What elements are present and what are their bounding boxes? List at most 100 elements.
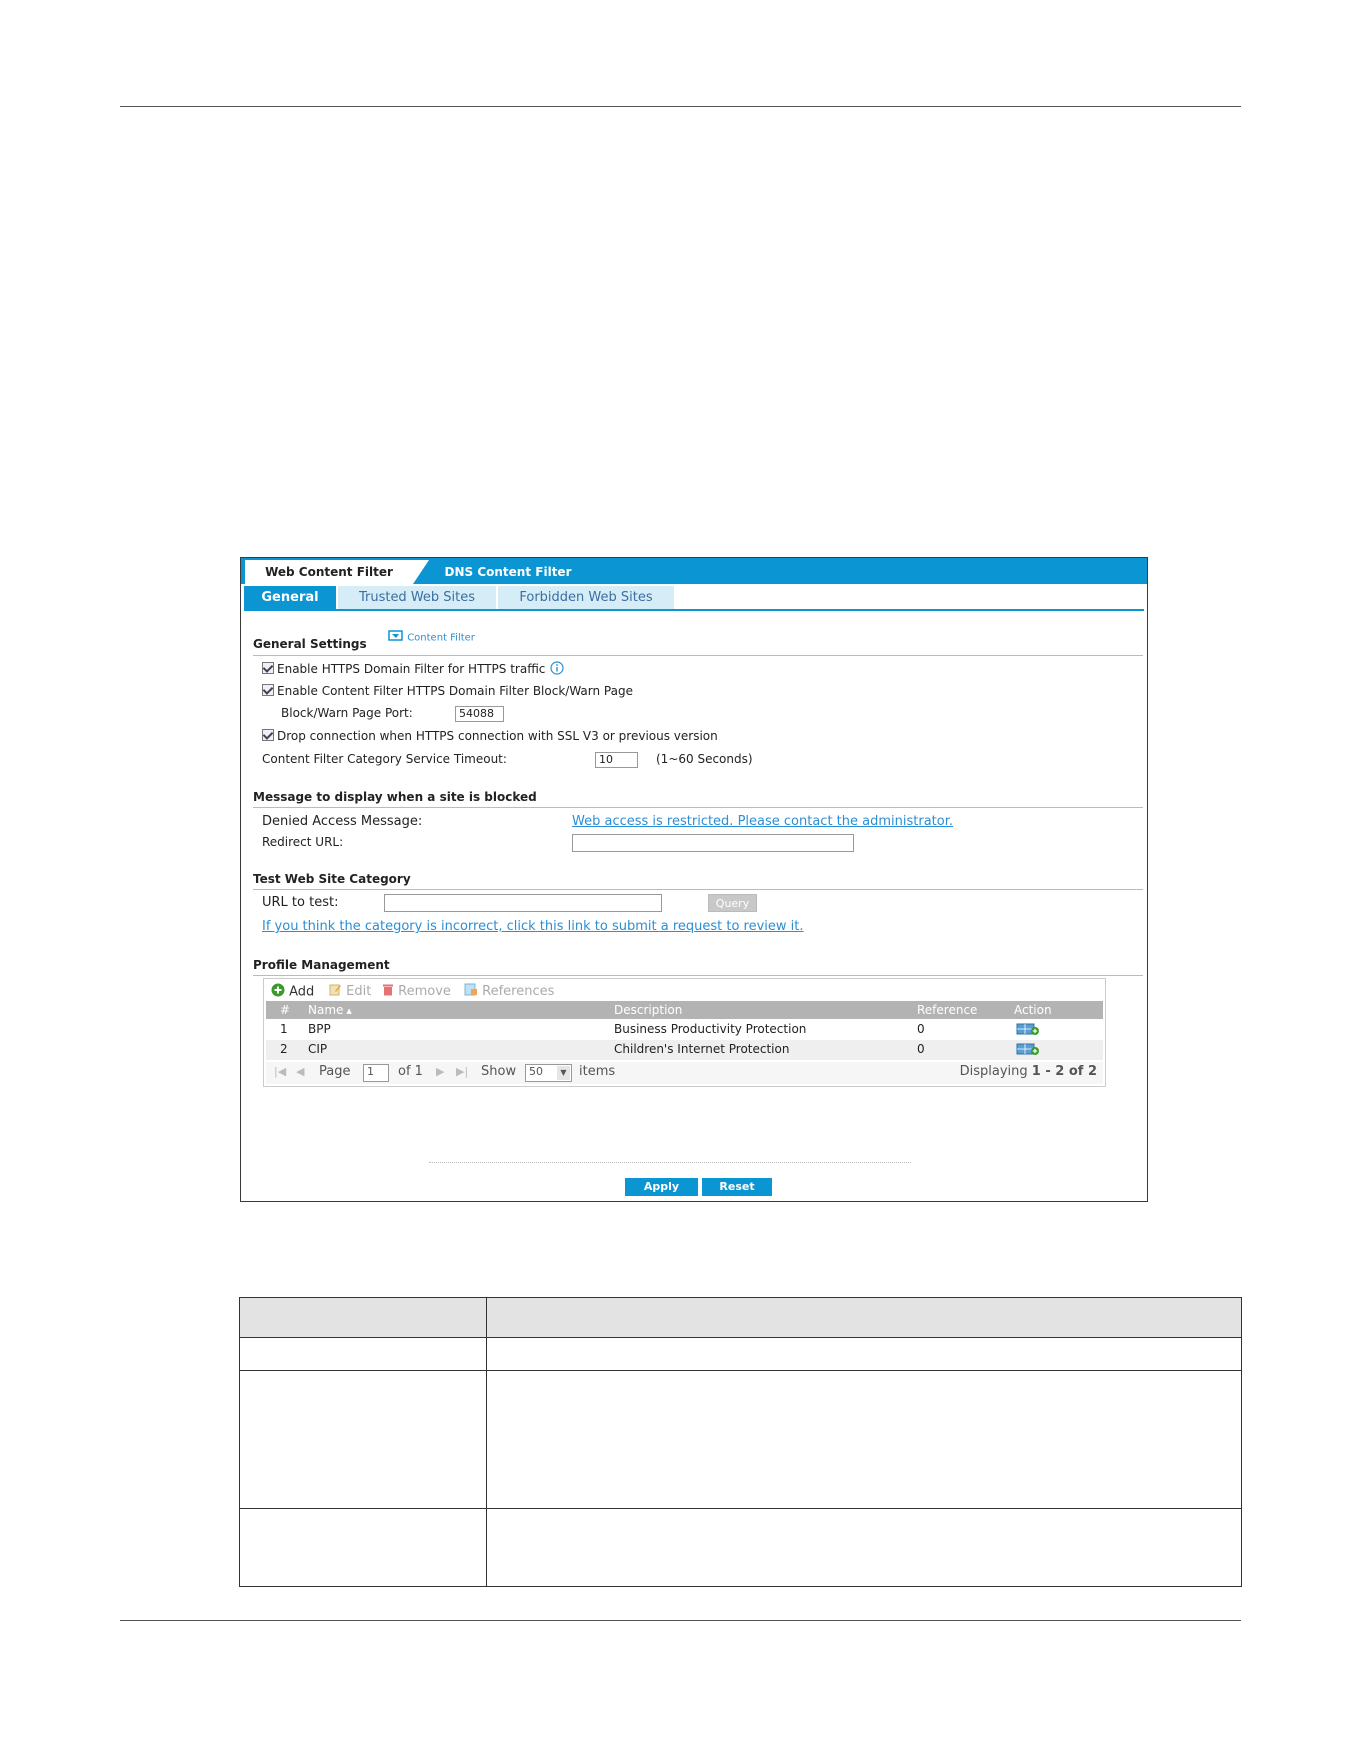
edit-icon: [329, 983, 342, 1000]
info-icon[interactable]: [549, 661, 565, 678]
sub-tab-bar: General Trusted Web Sites Forbidden Web …: [244, 586, 1144, 611]
query-button[interactable]: Query: [708, 894, 757, 912]
content-filter-icon: [388, 630, 404, 645]
https-domain-filter-label: Enable HTTPS Domain Filter for HTTPS tra…: [277, 662, 546, 676]
subtab-forbidden-web-sites[interactable]: Forbidden Web Sites: [498, 586, 674, 609]
items-label: items: [579, 1064, 616, 1079]
header-cell: [486, 1297, 1242, 1338]
button-divider: [429, 1162, 911, 1163]
reset-button[interactable]: Reset: [702, 1178, 772, 1196]
displaying-range: 1 - 2 of 2: [1031, 1064, 1097, 1079]
show-label: Show: [481, 1064, 517, 1079]
references-icon: [464, 983, 478, 1000]
page-of: of 1: [398, 1064, 423, 1079]
page-size-select[interactable]: 50 ▼: [525, 1064, 572, 1082]
next-page-icon[interactable]: ▶: [436, 1065, 444, 1078]
table-row[interactable]: 2 CIP Children's Internet Protection 0: [266, 1040, 1103, 1060]
first-page-icon[interactable]: |◀: [274, 1065, 286, 1078]
timeout-label: Content Filter Category Service Timeout:: [262, 752, 507, 766]
row-name: BPP: [308, 1022, 331, 1036]
row-name: CIP: [308, 1042, 328, 1056]
top-rule: [120, 106, 1241, 107]
field-description-table: [239, 1297, 1242, 1587]
url-test-label: URL to test:: [262, 895, 339, 910]
header-cell: [239, 1297, 487, 1338]
remove-label: Remove: [398, 984, 451, 999]
table-row: [239, 1508, 1242, 1587]
block-warn-page-checkbox[interactable]: [262, 684, 274, 696]
https-domain-filter-option[interactable]: Enable HTTPS Domain Filter for HTTPS tra…: [262, 661, 565, 678]
blocked-message-heading: Message to display when a site is blocke…: [253, 790, 537, 804]
edit-label: Edit: [346, 984, 372, 999]
remove-button[interactable]: Remove: [382, 983, 451, 1000]
col-description[interactable]: Description: [614, 1001, 682, 1019]
test-site-heading: Test Web Site Category: [253, 872, 411, 886]
add-button[interactable]: Add: [271, 983, 314, 1001]
content-filter-label: Content Filter: [407, 632, 475, 644]
add-label: Add: [289, 984, 315, 1000]
page-size-value: 50: [529, 1065, 543, 1078]
grid-header: # Name ▲ Description Reference Action: [266, 1001, 1103, 1019]
profile-management-heading: Profile Management: [253, 958, 390, 972]
section-divider: [253, 655, 1143, 656]
https-domain-filter-checkbox[interactable]: [262, 662, 274, 674]
add-icon: [271, 983, 285, 1001]
table-row: [239, 1370, 1242, 1509]
bottom-rule: [120, 1620, 1241, 1621]
profile-grid: Add Edit Remove References # Name ▲ Descr…: [263, 978, 1106, 1087]
tab-dns-content-filter[interactable]: DNS Content Filter: [423, 560, 593, 584]
drop-connection-label: Drop connection when HTTPS connection wi…: [277, 729, 718, 743]
trash-icon: [382, 983, 394, 1000]
displaying-summary: Displaying 1 - 2 of 2: [960, 1064, 1097, 1079]
redirect-url-label: Redirect URL:: [262, 835, 344, 849]
block-warn-page-label: Enable Content Filter HTTPS Domain Filte…: [277, 684, 633, 698]
timeout-input[interactable]: 10: [595, 752, 638, 768]
section-divider: [253, 807, 1143, 808]
col-name-label: Name: [308, 1003, 344, 1017]
table-row: [239, 1337, 1242, 1371]
prev-page-icon[interactable]: ◀: [296, 1065, 304, 1078]
tab-web-content-filter[interactable]: Web Content Filter: [245, 560, 413, 584]
content-filter-link[interactable]: Content Filter: [388, 630, 475, 645]
row-description: Business Productivity Protection: [614, 1022, 807, 1036]
col-action[interactable]: Action: [1014, 1001, 1052, 1019]
col-name[interactable]: Name ▲: [308, 1001, 352, 1020]
port-input[interactable]: 54088: [455, 706, 504, 722]
label-cell: [239, 1508, 487, 1587]
references-label: References: [482, 984, 555, 999]
subtab-general[interactable]: General: [244, 586, 336, 609]
references-button[interactable]: References: [464, 983, 554, 1000]
description-cell: [486, 1508, 1242, 1587]
clone-profile-icon[interactable]: [1016, 1042, 1040, 1062]
label-cell: [239, 1337, 487, 1371]
section-divider: [253, 889, 1143, 890]
page-input[interactable]: 1: [363, 1064, 389, 1082]
denied-message-label: Denied Access Message:: [262, 814, 423, 829]
pagination-bar: |◀ ◀ Page 1 of 1 ▶ ▶| Show 50 ▼ items Di…: [266, 1062, 1103, 1084]
row-reference: 0: [917, 1042, 925, 1056]
block-warn-page-option[interactable]: Enable Content Filter HTTPS Domain Filte…: [262, 684, 633, 698]
sort-up-icon: ▲: [346, 1007, 352, 1015]
label-cell: [239, 1370, 487, 1509]
main-tab-bar: Web Content Filter DNS Content Filter: [241, 558, 1147, 584]
timeout-range: (1~60 Seconds): [656, 752, 753, 766]
last-page-icon[interactable]: ▶|: [456, 1065, 468, 1078]
redirect-url-input[interactable]: [572, 834, 854, 852]
row-number: 1: [280, 1022, 288, 1036]
table-row[interactable]: 1 BPP Business Productivity Protection 0: [266, 1020, 1103, 1040]
review-category-link[interactable]: If you think the category is incorrect, …: [262, 919, 804, 934]
col-number[interactable]: #: [280, 1001, 290, 1019]
edit-button[interactable]: Edit: [329, 983, 371, 1000]
subtab-trusted-web-sites[interactable]: Trusted Web Sites: [338, 586, 496, 609]
row-number: 2: [280, 1042, 288, 1056]
clone-profile-icon[interactable]: [1016, 1022, 1040, 1042]
table-header-row: [239, 1297, 1242, 1338]
url-test-input[interactable]: [384, 894, 662, 912]
denied-message-value[interactable]: Web access is restricted. Please contact…: [572, 814, 953, 829]
description-cell: [486, 1337, 1242, 1371]
drop-connection-checkbox[interactable]: [262, 729, 274, 741]
drop-connection-option[interactable]: Drop connection when HTTPS connection wi…: [262, 729, 718, 743]
row-reference: 0: [917, 1022, 925, 1036]
col-reference[interactable]: Reference: [917, 1001, 977, 1019]
apply-button[interactable]: Apply: [625, 1178, 698, 1196]
